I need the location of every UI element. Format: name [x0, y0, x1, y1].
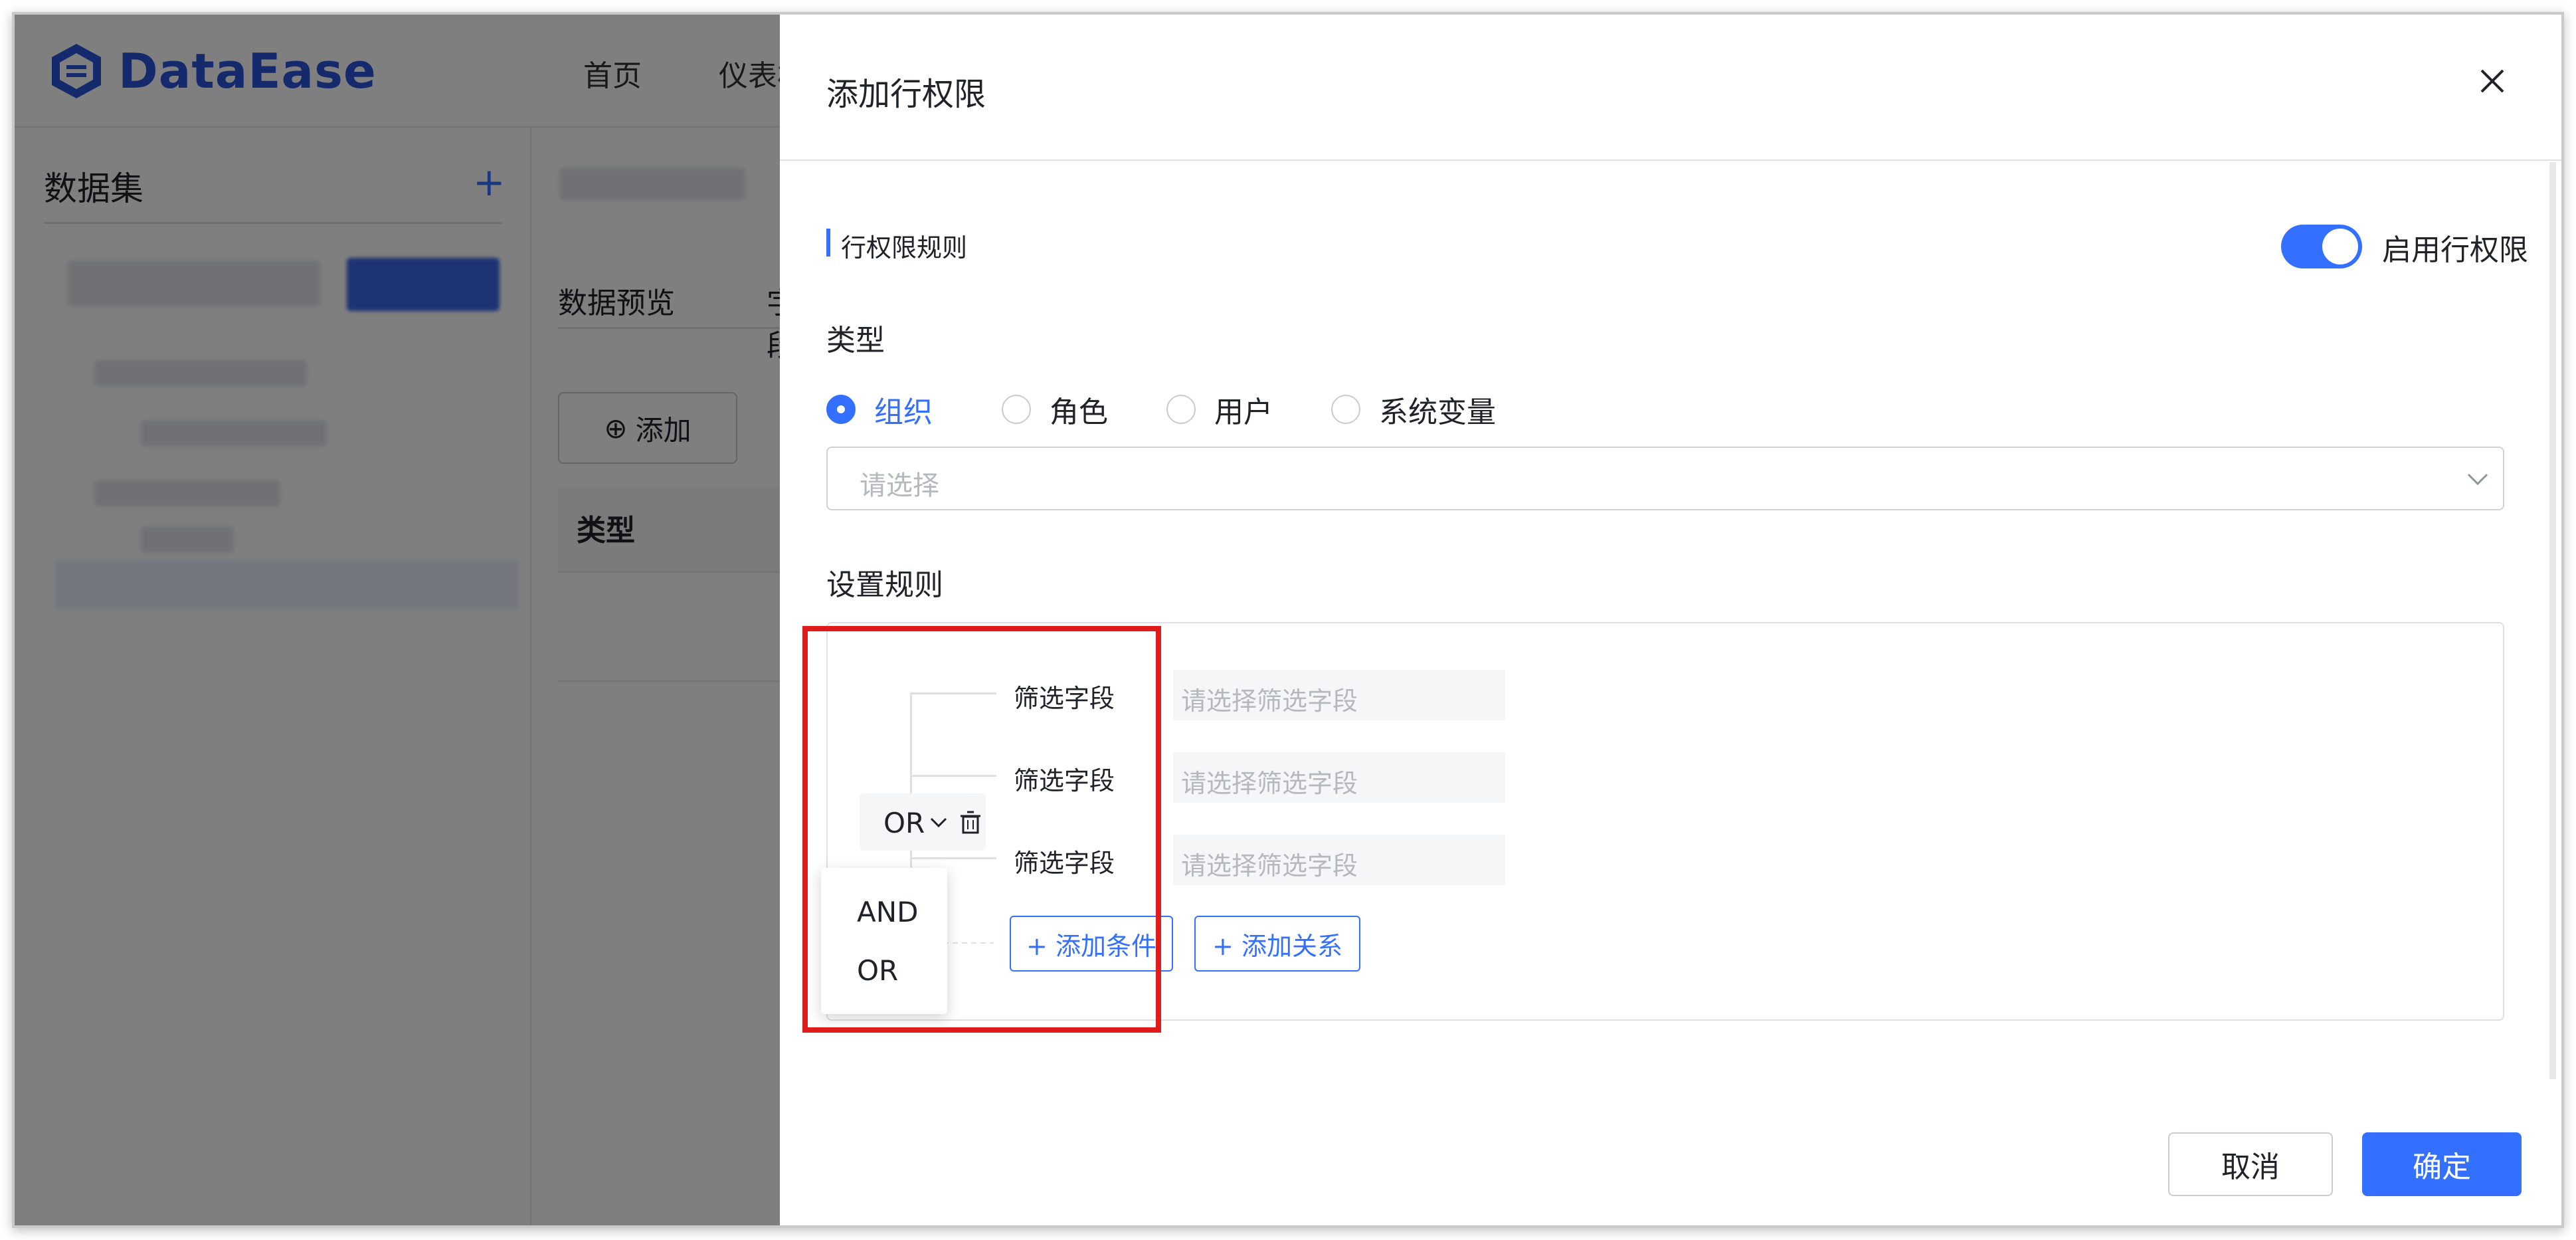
toggle-label: 启用行权限: [2382, 233, 2528, 267]
radio-user[interactable]: 用户: [1166, 388, 1273, 431]
annotation-highlight-box: [802, 626, 1161, 1033]
filter-field-input[interactable]: 请选择筛选字段: [1173, 670, 1505, 720]
type-label: 类型: [826, 324, 885, 358]
radio-dot: [1166, 395, 1196, 424]
radio-system-variable[interactable]: 系统变量: [1331, 388, 1496, 431]
radio-role[interactable]: 角色: [1002, 388, 1108, 431]
radio-organization[interactable]: 组织: [826, 388, 933, 431]
radio-label: 用户: [1214, 395, 1273, 429]
radio-dot: [1331, 395, 1360, 424]
chevron-down-icon: [2467, 473, 2488, 486]
target-select[interactable]: 请选择: [826, 447, 2504, 510]
modal-overlay[interactable]: [15, 15, 780, 1225]
close-icon[interactable]: [2472, 61, 2512, 101]
filter-field-input[interactable]: 请选择筛选字段: [1173, 752, 1505, 803]
drawer-scrollbar[interactable]: [2549, 162, 2556, 1079]
app-window: DataEase 首页 仪表板 数据集 + 数据预览 字段 ⊕ 添加 类型 添加…: [12, 12, 2564, 1228]
radio-label: 角色: [1050, 395, 1108, 429]
select-placeholder: 请选择: [860, 470, 939, 501]
input-placeholder: 请选择筛选字段: [1181, 769, 1358, 798]
drawer-footer: 取消 确定: [780, 1079, 2561, 1225]
filter-field-input[interactable]: 请选择筛选字段: [1173, 835, 1505, 885]
radio-dot: [826, 395, 856, 424]
add-row-permission-drawer: 添加行权限 行权限规则 启用行权限 类型 组织 角色 用户 系统变量 请选择 设…: [780, 15, 2561, 1225]
add-relation-button[interactable]: + 添加关系: [1194, 916, 1360, 972]
radio-label: 系统变量: [1379, 395, 1496, 429]
confirm-button[interactable]: 确定: [2362, 1132, 2522, 1196]
cancel-button[interactable]: 取消: [2168, 1132, 2333, 1196]
toggle-knob: [2322, 229, 2358, 264]
radio-dot: [1002, 395, 1031, 424]
enable-toggle[interactable]: [2281, 225, 2362, 268]
section-title: 行权限规则: [841, 233, 968, 262]
radio-label: 组织: [874, 395, 933, 429]
input-placeholder: 请选择筛选字段: [1181, 851, 1358, 880]
input-placeholder: 请选择筛选字段: [1181, 686, 1358, 716]
rules-label: 设置规则: [826, 568, 943, 602]
section-accent-bar: [826, 229, 830, 257]
drawer-header: 添加行权限: [780, 15, 2561, 161]
drawer-title: 添加行权限: [826, 76, 986, 113]
